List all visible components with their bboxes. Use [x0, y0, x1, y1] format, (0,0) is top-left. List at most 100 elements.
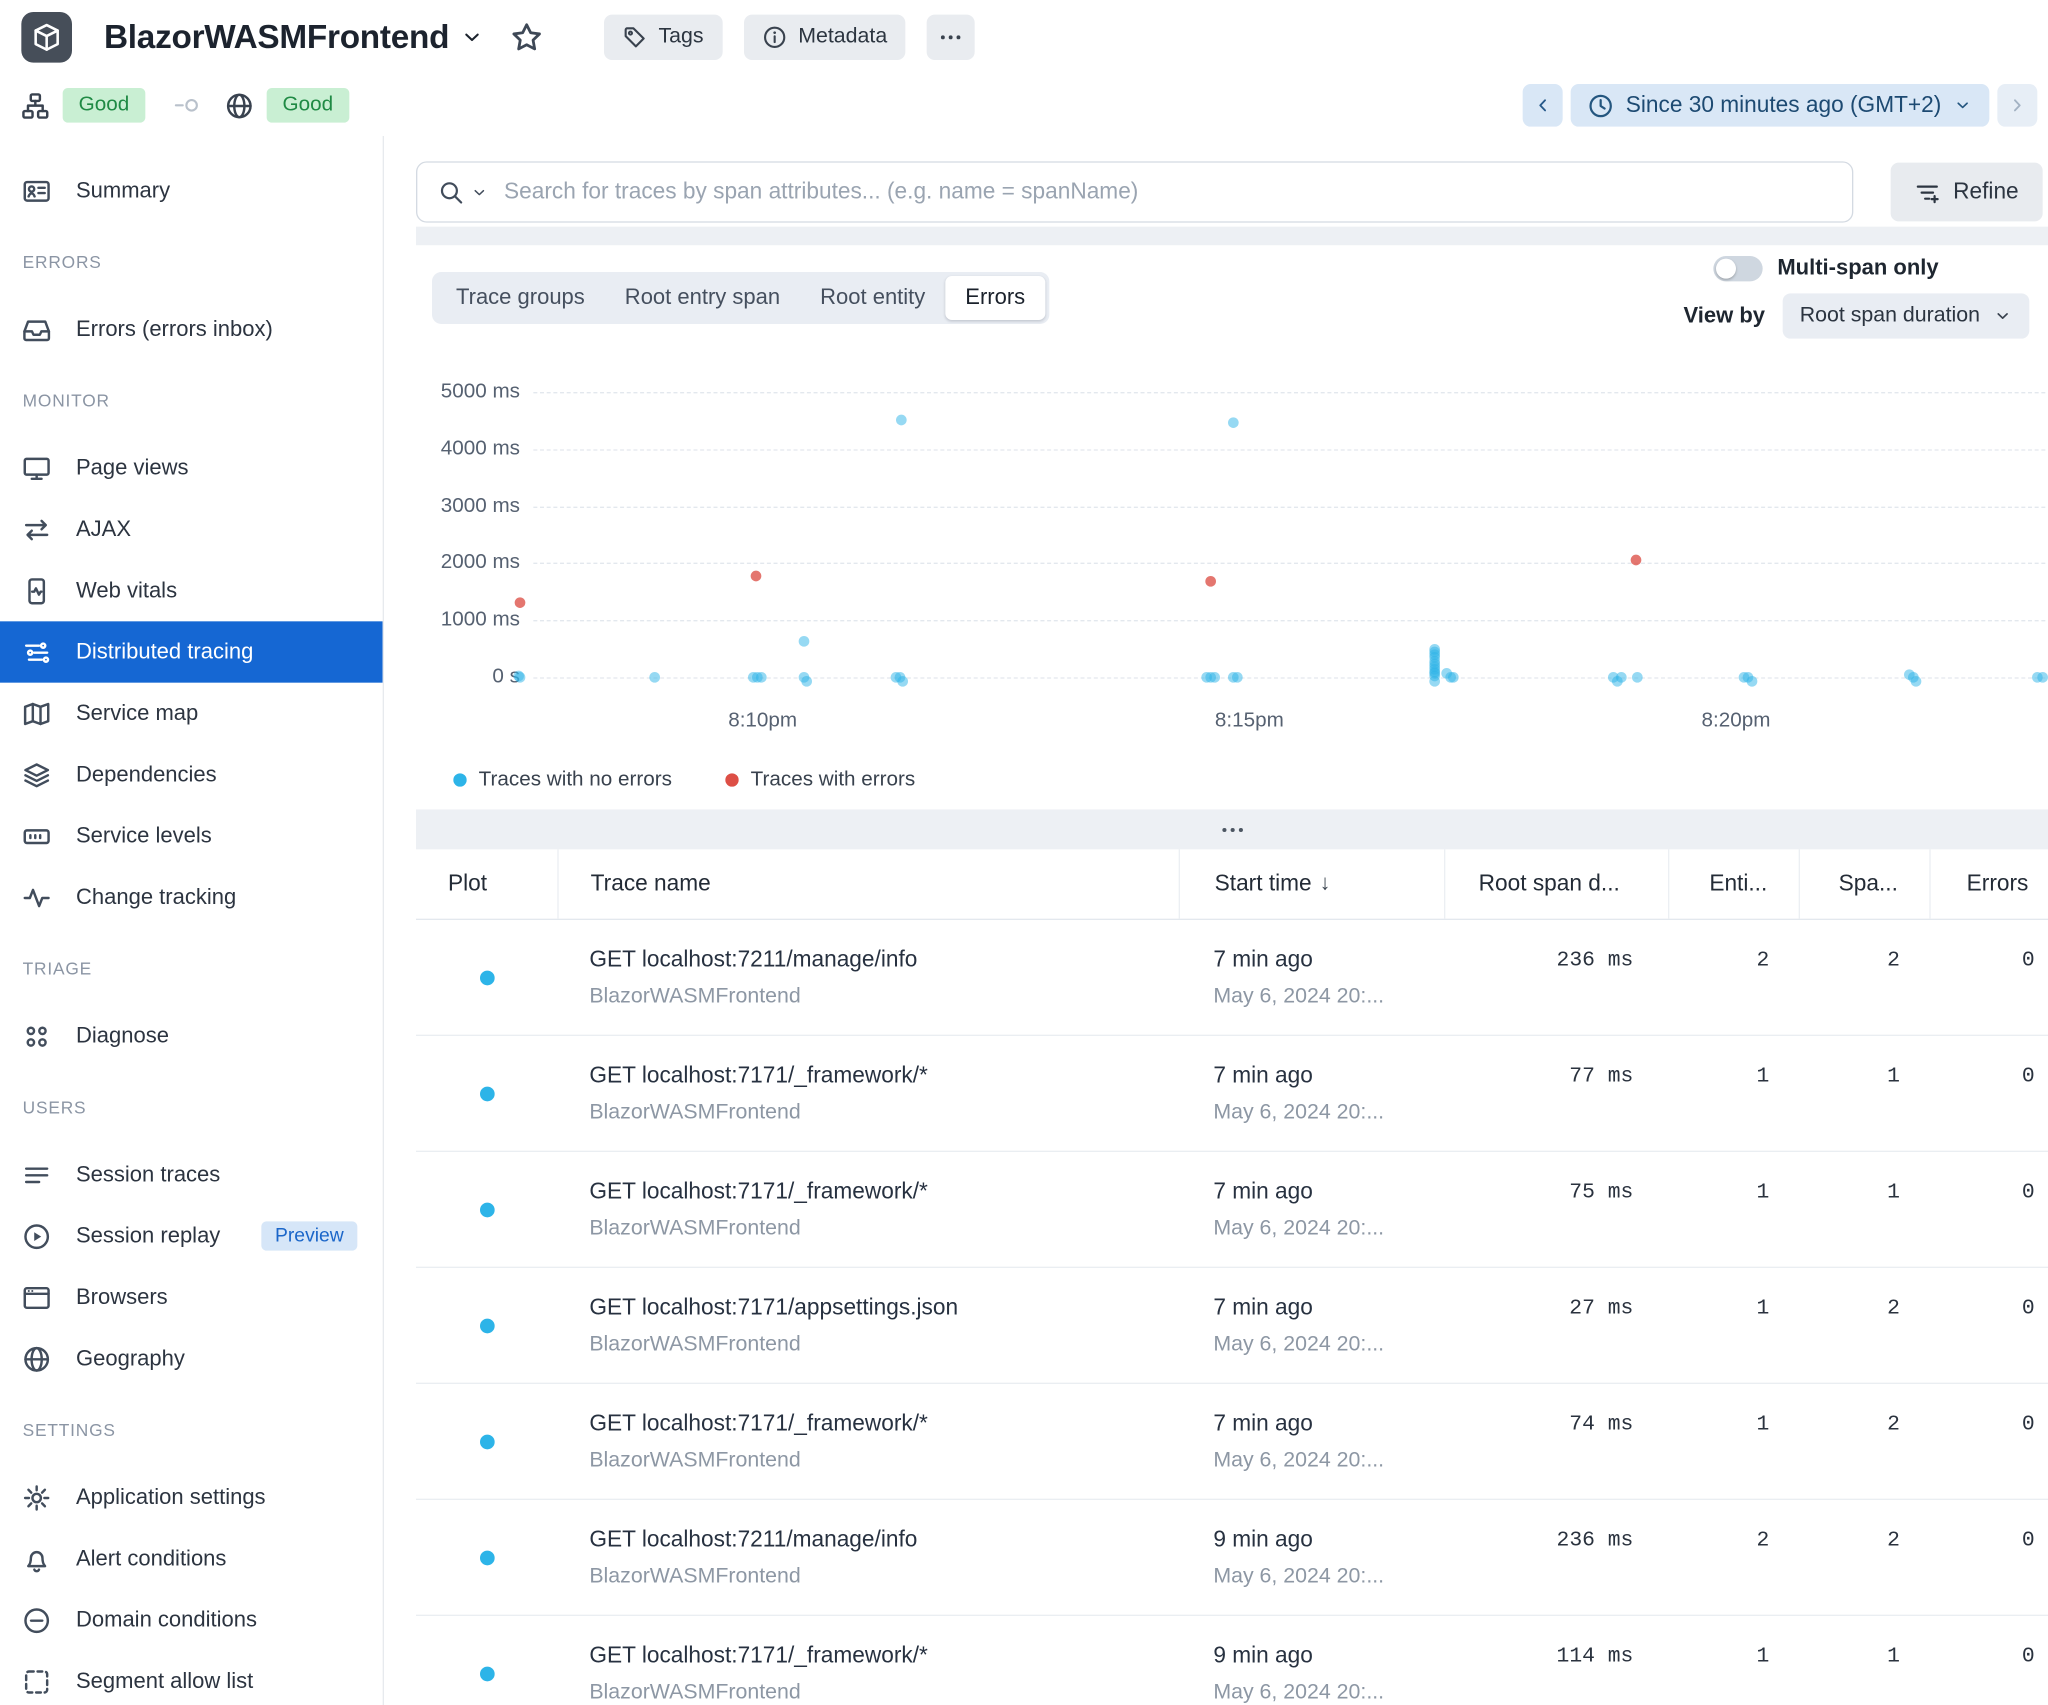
trace-row[interactable]: GET localhost:7171/appsettings.jsonBlazo…	[416, 1268, 2048, 1384]
column-header-errors[interactable]: Errors	[1929, 849, 2048, 918]
tab-errors[interactable]: Errors	[945, 276, 1045, 320]
sidebar-item-label: Diagnose	[76, 1023, 169, 1048]
trace-row[interactable]: GET localhost:7171/_framework/*BlazorWAS…	[416, 1036, 2048, 1152]
chevron-left-icon	[1532, 95, 1553, 116]
sidebar-item-session-replay[interactable]: Session replayPreview	[0, 1205, 383, 1266]
sidebar-item-label: Geography	[76, 1346, 185, 1371]
trace-entity: BlazorWASMFrontend	[589, 1217, 1178, 1241]
application-name[interactable]: BlazorWASMFrontend	[104, 18, 449, 57]
chart-point[interactable]	[896, 415, 907, 426]
sidebar-item-browsers[interactable]: Browsers	[0, 1267, 383, 1328]
sidebar-item-summary[interactable]: Summary	[0, 160, 383, 221]
trace-row[interactable]: GET localhost:7211/manage/infoBlazorWASM…	[416, 1500, 2048, 1616]
sidebar-item-session-traces[interactable]: Session traces	[0, 1144, 383, 1205]
traces-table: PlotTrace nameStart time↓Root span d...E…	[416, 849, 2048, 1705]
app-header: BlazorWASMFrontend Tags Metadata	[0, 0, 2048, 75]
trace-row[interactable]: GET localhost:7171/_framework/*BlazorWAS…	[416, 1384, 2048, 1500]
trace-entity: BlazorWASMFrontend	[589, 1565, 1178, 1589]
time-next-button[interactable]	[1997, 84, 2037, 127]
app-logo[interactable]	[21, 12, 72, 63]
refine-button[interactable]: Refine	[1890, 163, 2042, 222]
metadata-button[interactable]: Metadata	[744, 15, 906, 60]
chart-point[interactable]	[1205, 576, 1216, 587]
trace-row[interactable]: GET localhost:7171/_framework/*BlazorWAS…	[416, 1616, 2048, 1705]
sidebar-item-errors-errors-inbox[interactable]: Errors (errors inbox)	[0, 299, 383, 360]
trace-row[interactable]: GET localhost:7171/_framework/*BlazorWAS…	[416, 1152, 2048, 1268]
sidebar-item-ajax[interactable]: AJAX	[0, 499, 383, 560]
time-prev-button[interactable]	[1523, 84, 1563, 127]
plot-cell	[416, 1384, 557, 1499]
column-header-enti[interactable]: Enti...	[1668, 849, 1799, 918]
column-header-spa[interactable]: Spa...	[1799, 849, 1930, 918]
entities-cell: 1	[1668, 1152, 1799, 1267]
more-options-button[interactable]	[927, 15, 975, 60]
refine-button-label: Refine	[1953, 179, 2019, 206]
search-input[interactable]: Search for traces by span attributes... …	[416, 161, 1853, 222]
column-header-trace-name[interactable]: Trace name	[557, 849, 1178, 918]
sidebar-item-label: Application settings	[76, 1485, 266, 1510]
favorite-star-icon[interactable]	[511, 21, 543, 53]
chart-point[interactable]	[1746, 677, 1757, 688]
sidebar-item-page-views[interactable]: Page views	[0, 437, 383, 498]
sidebar-item-segment-allow-list[interactable]: Segment allow list	[0, 1651, 383, 1705]
chart-point[interactable]	[1632, 672, 1643, 683]
sidebar-item-service-map[interactable]: Service map	[0, 683, 383, 744]
view-by-select[interactable]: Root span duration	[1782, 293, 2029, 338]
root-span-duration-cell: 75 ms	[1444, 1152, 1668, 1267]
chart-point[interactable]	[1630, 555, 1641, 566]
chart-point[interactable]	[1209, 672, 1220, 683]
column-header-plot[interactable]: Plot	[416, 849, 557, 918]
sidebar-item-geography[interactable]: Geography	[0, 1328, 383, 1389]
search-placeholder: Search for traces by span attributes... …	[504, 179, 1138, 206]
start-time-absolute: May 6, 2024 20:...	[1213, 1565, 1444, 1589]
plot-cell	[416, 1036, 557, 1151]
trace-entity: BlazorWASMFrontend	[589, 1333, 1178, 1357]
sidebar-item-service-levels[interactable]: Service levels	[0, 805, 383, 866]
status-badge: Good	[63, 88, 146, 123]
chart-point[interactable]	[515, 672, 526, 683]
chart-card: Trace groupsRoot entry spanRoot entityEr…	[416, 245, 2048, 809]
chart-point[interactable]	[1911, 677, 1922, 688]
chart-point[interactable]	[751, 571, 762, 582]
chart-point[interactable]	[649, 672, 660, 683]
chevron-down-icon[interactable]	[460, 25, 484, 49]
tab-root-entity[interactable]: Root entity	[800, 276, 945, 320]
time-range-selector[interactable]: Since 30 minutes ago (GMT+2)	[1571, 84, 1989, 127]
start-time-cell: 7 min agoMay 6, 2024 20:...	[1179, 1268, 1444, 1383]
chart-point[interactable]	[1429, 677, 1440, 688]
sidebar-item-dependencies[interactable]: Dependencies	[0, 744, 383, 805]
sidebar-item-web-vitals[interactable]: Web vitals	[0, 560, 383, 621]
sidebar-item-domain-conditions[interactable]: Domain conditions	[0, 1589, 383, 1650]
tags-button[interactable]: Tags	[604, 15, 722, 60]
sidebar-item-application-settings[interactable]: Application settings	[0, 1467, 383, 1528]
start-time-relative: 7 min ago	[1213, 1178, 1444, 1205]
column-header-root-span-d[interactable]: Root span d...	[1444, 849, 1668, 918]
column-header-start-time[interactable]: Start time↓	[1179, 849, 1444, 918]
multi-span-toggle[interactable]	[1713, 256, 1762, 281]
sidebar-item-diagnose[interactable]: Diagnose	[0, 1005, 383, 1066]
sidebar-section-users: USERS	[0, 1067, 383, 1144]
expand-chart-button[interactable]	[1212, 817, 1252, 841]
chart-point[interactable]	[897, 677, 908, 688]
start-time-relative: 9 min ago	[1213, 1642, 1444, 1669]
chart-point[interactable]	[1228, 417, 1239, 428]
tab-root-entry-span[interactable]: Root entry span	[605, 276, 800, 320]
chart-point[interactable]	[801, 677, 812, 688]
chart-point[interactable]	[515, 597, 526, 608]
status-bar: Good Good Since 30 minutes ago (GMT+2)	[0, 75, 2048, 136]
chart-point[interactable]	[2037, 672, 2048, 683]
y-axis-tick-label: 2000 ms	[424, 551, 520, 575]
start-time-relative: 7 min ago	[1213, 946, 1444, 973]
chart-point[interactable]	[798, 636, 809, 647]
tab-trace-groups[interactable]: Trace groups	[436, 276, 605, 320]
y-axis-tick-label: 3000 ms	[424, 494, 520, 518]
search-scope-selector[interactable]	[439, 179, 488, 204]
trace-row[interactable]: GET localhost:7211/manage/infoBlazorWASM…	[416, 920, 2048, 1036]
sidebar-item-change-tracking[interactable]: Change tracking	[0, 867, 383, 928]
chart-point[interactable]	[1232, 672, 1243, 683]
sidebar-item-distributed-tracing[interactable]: Distributed tracing	[0, 621, 383, 682]
chart-point[interactable]	[1448, 672, 1459, 683]
chart-point[interactable]	[1616, 672, 1627, 683]
sidebar-item-alert-conditions[interactable]: Alert conditions	[0, 1528, 383, 1589]
chart-point[interactable]	[755, 672, 766, 683]
